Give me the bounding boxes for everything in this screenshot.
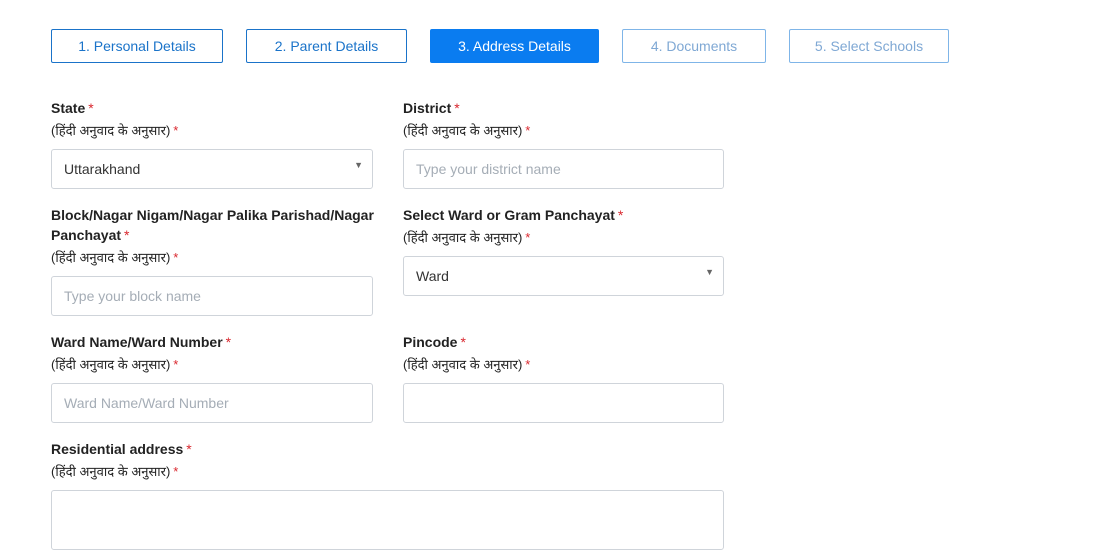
step-navigation: 1. Personal Details 2. Parent Details 3.…: [0, 0, 1104, 90]
district-placeholder: Type your district name: [416, 161, 561, 177]
address-textarea[interactable]: [51, 490, 724, 550]
state-field: State * (हिंदी अनुवाद के अनुसार) *: [51, 98, 381, 141]
district-hindi-note: (हिंदी अनुवाद के अनुसार) *: [403, 123, 531, 138]
pincode-label: Pincode *: [403, 334, 466, 350]
pincode-hindi-note: (हिंदी अनुवाद के अनुसार) *: [403, 357, 531, 372]
district-field: District * (हिंदी अनुवाद के अनुसार) *: [403, 98, 733, 141]
district-input[interactable]: Type your district name: [403, 149, 724, 189]
step-select-schools[interactable]: 5. Select Schools: [789, 29, 949, 63]
address-hindi-note: (हिंदी अनुवाद के अनुसार) *: [51, 464, 179, 479]
ward-type-hindi-note: (हिंदी अनुवाद के अनुसार) *: [403, 230, 531, 245]
block-label: Block/Nagar Nigam/Nagar Palika Parishad/…: [51, 207, 374, 243]
address-field: Residential address * (हिंदी अनुवाद के अन…: [51, 439, 731, 482]
step-personal-details[interactable]: 1. Personal Details: [51, 29, 223, 63]
ward-name-placeholder: Ward Name/Ward Number: [64, 395, 229, 411]
step-label: 4. Documents: [650, 38, 738, 54]
ward-name-field: Ward Name/Ward Number * (हिंदी अनुवाद के …: [51, 332, 381, 375]
step-parent-details[interactable]: 2. Parent Details: [246, 29, 407, 63]
step-label: 5. Select Schools: [814, 38, 924, 54]
step-label: 2. Parent Details: [274, 38, 379, 54]
ward-type-select[interactable]: Ward ▼: [403, 256, 724, 296]
pincode-field: Pincode * (हिंदी अनुवाद के अनुसार) *: [403, 332, 733, 375]
state-hindi-note: (हिंदी अनुवाद के अनुसार) *: [51, 123, 179, 138]
ward-type-field: Select Ward or Gram Panchayat * (हिंदी अन…: [403, 205, 733, 248]
block-input[interactable]: Type your block name: [51, 276, 373, 316]
state-select[interactable]: Uttarakhand ▼: [51, 149, 373, 189]
ward-name-label: Ward Name/Ward Number *: [51, 334, 232, 350]
address-label: Residential address *: [51, 441, 192, 457]
block-placeholder: Type your block name: [64, 288, 201, 304]
block-field: Block/Nagar Nigam/Nagar Palika Parishad/…: [51, 205, 381, 268]
step-label: 1. Personal Details: [78, 38, 196, 54]
block-hindi-note: (हिंदी अनुवाद के अनुसार) *: [51, 250, 179, 265]
step-address-details[interactable]: 3. Address Details: [430, 29, 599, 63]
caret-down-icon: ▼: [354, 160, 363, 170]
state-value: Uttarakhand: [64, 161, 141, 177]
ward-name-hindi-note: (हिंदी अनुवाद के अनुसार) *: [51, 357, 179, 372]
step-label: 3. Address Details: [458, 38, 571, 54]
ward-type-value: Ward: [416, 268, 449, 284]
ward-type-label: Select Ward or Gram Panchayat *: [403, 207, 624, 223]
caret-down-icon: ▼: [705, 267, 714, 277]
state-label: State *: [51, 100, 94, 116]
district-label: District *: [403, 100, 460, 116]
step-documents[interactable]: 4. Documents: [622, 29, 766, 63]
ward-name-input[interactable]: Ward Name/Ward Number: [51, 383, 373, 423]
pincode-input[interactable]: [403, 383, 724, 423]
